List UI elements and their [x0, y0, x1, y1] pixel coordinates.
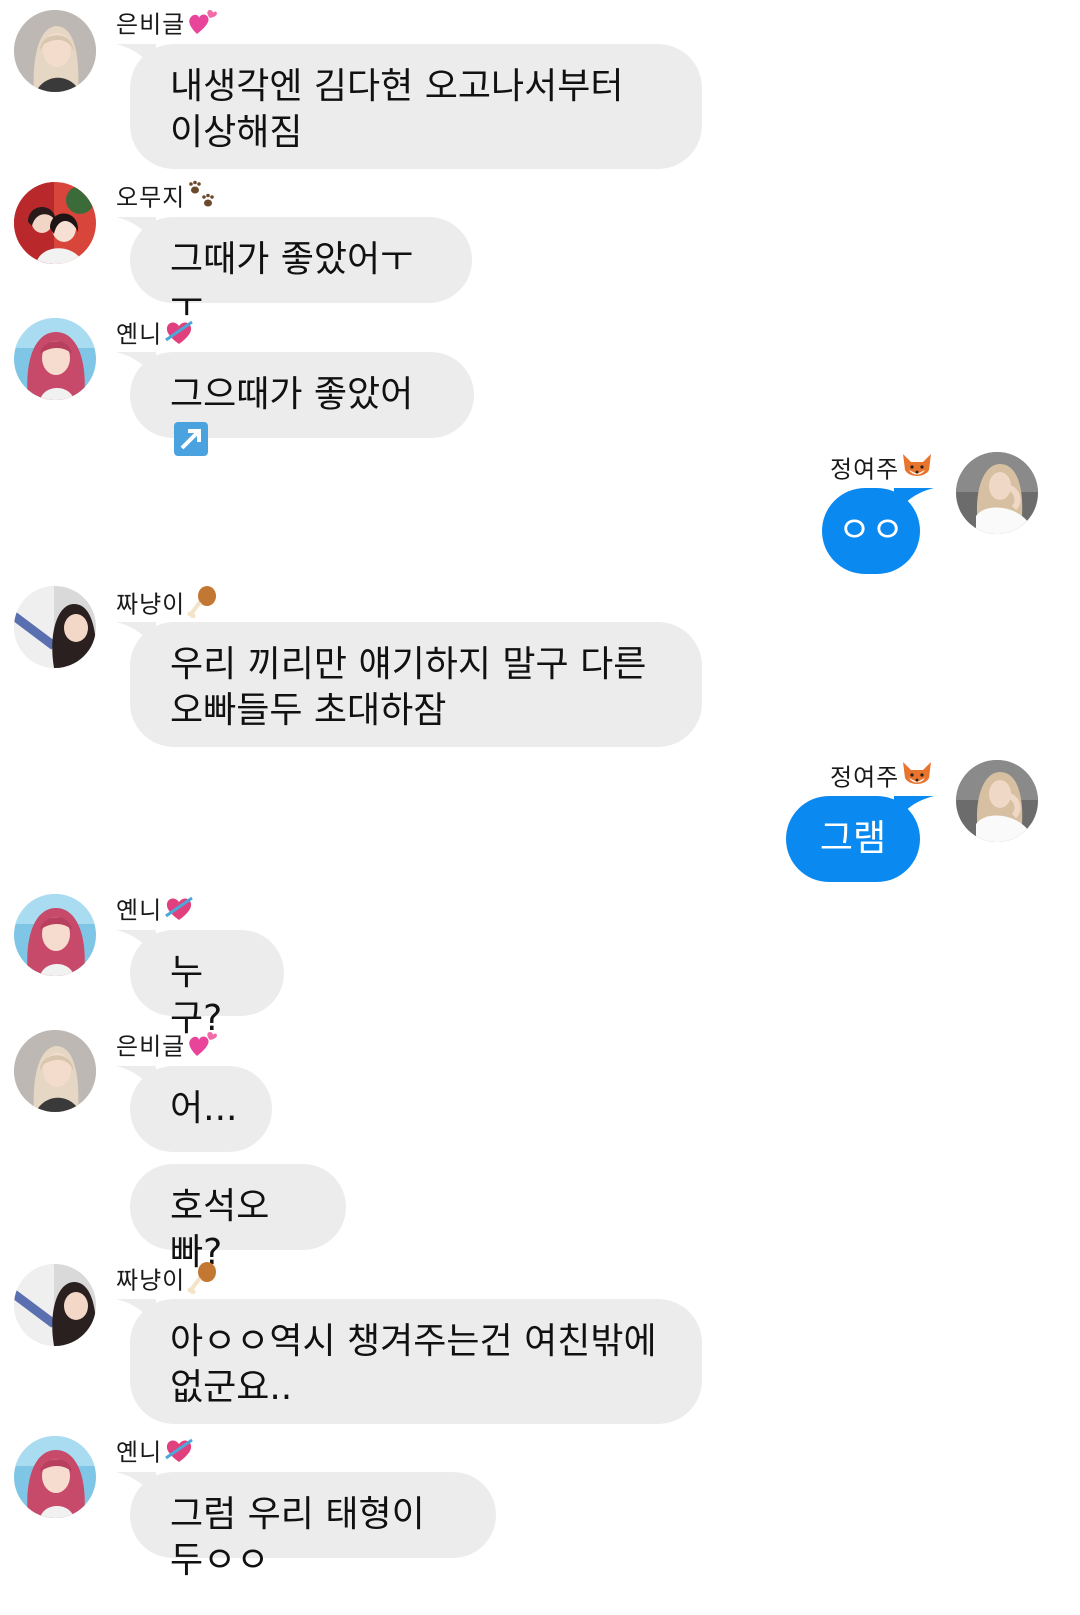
avatar-yenni[interactable] — [14, 1436, 96, 1518]
avatar-photo — [14, 1264, 96, 1346]
sender-name: 은비글 — [116, 1030, 218, 1065]
paw-prints-icon — [187, 180, 217, 217]
sender-name: 짜냥이 — [116, 586, 217, 625]
sender-name-text: 은비글 — [116, 10, 186, 39]
heart-with-arrow-icon — [164, 1436, 194, 1471]
sender-name: 옌니 — [116, 894, 194, 929]
message-bubble[interactable]: 그때가 좋았어ㅜㅜ — [116, 217, 472, 326]
fox-icon — [901, 452, 933, 489]
sender-name: 은비글 — [116, 8, 218, 43]
avatar-jeongyeoju[interactable] — [956, 452, 1038, 534]
avatar-photo — [14, 10, 96, 92]
sender-name-text: 짜냥이 — [116, 1266, 186, 1295]
heart-with-arrow-icon — [164, 894, 194, 929]
bubble-tail — [116, 930, 156, 960]
message-line: 누구? — [170, 952, 223, 1039]
message-bubble[interactable]: 어... — [116, 1066, 272, 1152]
message-line: 그램 — [819, 818, 887, 859]
message-line: 아ㅇㅇ역시 챙겨주는건 여친밖에 — [170, 1321, 657, 1362]
sender-name-text: 옌니 — [116, 320, 163, 349]
message-line: 그으때가 좋았어 — [170, 372, 434, 464]
avatar-eunbi[interactable] — [14, 10, 96, 92]
bubble-tail — [116, 1299, 156, 1329]
avatar-jjanyang[interactable] — [14, 1264, 96, 1346]
avatar-omuji[interactable] — [14, 182, 96, 264]
message-line: 내생각엔 김다현 오고나서부터 — [170, 66, 624, 107]
avatar-yenni[interactable] — [14, 894, 96, 976]
message-bubble-self[interactable]: 그램 — [786, 796, 934, 882]
message-line: 우리 끼리만 얘기하지 말구 다른 — [170, 644, 647, 685]
message-line: 어... — [170, 1088, 238, 1129]
sender-name-text: 오무지 — [116, 183, 186, 212]
message-line: ㅇㅇ — [837, 510, 905, 551]
avatar-photo — [14, 182, 96, 264]
message-bubble[interactable]: 그럼 우리 태형이두ㅇㅇ — [116, 1472, 496, 1581]
fox-icon — [901, 760, 933, 797]
poultry-leg-icon — [187, 586, 217, 625]
sender-name: 옌니 — [116, 1436, 194, 1471]
avatar-photo — [956, 452, 1038, 534]
message-line: 이상해짐 — [170, 112, 303, 153]
sender-name-text: 정여주 — [830, 763, 900, 792]
avatar-photo — [14, 318, 96, 400]
avatar-photo — [956, 760, 1038, 842]
sender-name-text: 짜냥이 — [116, 590, 186, 619]
message-bubble[interactable]: 아ㅇㅇ역시 챙겨주는건 여친밖에 없군요.. — [116, 1299, 702, 1424]
chat-thread: 은비글 내생각엔 김다현 오고나서부터 이상해짐 오무지 그때가 좋았어ㅜㅜ 옌… — [0, 0, 1080, 1615]
bubble-tail — [116, 44, 156, 74]
message-bubble[interactable]: 우리 끼리만 얘기하지 말구 다른 오빠들두 초대하잠 — [116, 622, 702, 747]
message-line: 오빠들두 초대하잠 — [170, 690, 447, 731]
message-bubble[interactable]: 그으때가 좋았어 — [116, 352, 474, 456]
message-line: 그럼 우리 태형이두ㅇㅇ — [170, 1494, 425, 1581]
sender-name: 정여주 — [830, 760, 933, 797]
sender-name-text: 은비글 — [116, 1032, 186, 1061]
sender-name-text: 정여주 — [830, 455, 900, 484]
avatar-yenni[interactable] — [14, 318, 96, 400]
message-text: 그으때가 좋았어 — [170, 374, 414, 415]
pink-hearts-icon — [187, 1030, 218, 1065]
message-bubble[interactable]: 호석오빠? — [130, 1164, 346, 1273]
avatar-jjanyang[interactable] — [14, 586, 96, 668]
message-bubble[interactable]: 누구? — [116, 930, 284, 1039]
heart-with-arrow-icon — [164, 318, 194, 353]
message-line: 그때가 좋았어ㅜㅜ — [170, 239, 414, 326]
avatar-photo — [14, 1030, 96, 1112]
avatar-photo — [14, 1436, 96, 1518]
sender-name: 짜냥이 — [116, 1262, 217, 1301]
message-bubble-self[interactable]: ㅇㅇ — [822, 488, 934, 574]
sender-name: 오무지 — [116, 180, 217, 217]
sender-name: 옌니 — [116, 318, 194, 353]
message-bubble[interactable]: 내생각엔 김다현 오고나서부터 이상해짐 — [116, 44, 702, 169]
avatar-photo — [14, 586, 96, 668]
pink-hearts-icon — [187, 8, 218, 43]
sender-name-text: 옌니 — [116, 1438, 163, 1467]
up-right-arrow-icon — [174, 422, 208, 456]
sender-name-text: 옌니 — [116, 896, 163, 925]
avatar-eunbi[interactable] — [14, 1030, 96, 1112]
avatar-jeongyeoju[interactable] — [956, 760, 1038, 842]
bubble-tail — [116, 217, 156, 247]
bubble-tail — [116, 352, 156, 382]
avatar-photo — [14, 894, 96, 976]
poultry-leg-icon — [187, 1262, 217, 1301]
bubble-tail — [116, 1472, 156, 1502]
bubble-tail — [116, 1066, 156, 1096]
message-line: 없군요.. — [170, 1367, 293, 1408]
bubble-tail — [116, 622, 156, 652]
sender-name: 정여주 — [830, 452, 933, 489]
